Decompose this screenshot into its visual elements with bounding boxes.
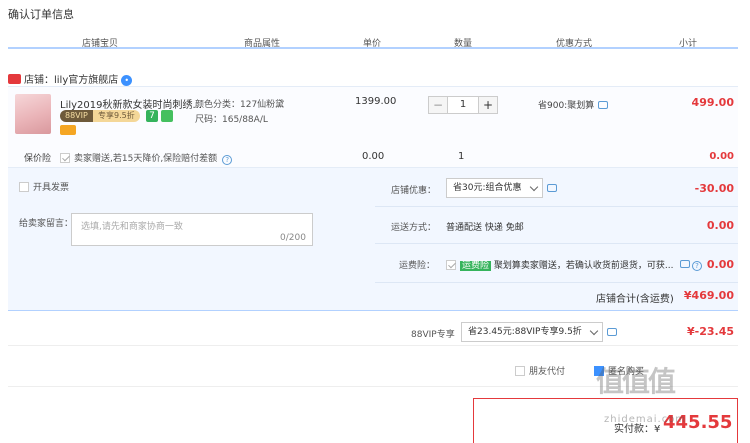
insurance-subtotal: 0.00 bbox=[709, 151, 734, 162]
tmall-icon bbox=[8, 74, 21, 84]
shop-total-label: 店铺合计(含运费) bbox=[596, 294, 674, 305]
quantity-increase-button[interactable]: + bbox=[478, 97, 497, 113]
chat-bubble-icon[interactable] bbox=[607, 328, 617, 336]
shipping-insurance-checkbox[interactable] bbox=[446, 260, 456, 270]
item-subtotal: 499.00 bbox=[691, 96, 734, 109]
shipping-insurance-label: 运费险： bbox=[399, 261, 436, 271]
shipping-insurance-tools: ? bbox=[680, 259, 702, 271]
message-char-count: 0/200 bbox=[280, 233, 306, 243]
promotion: 省900:聚划算 bbox=[538, 98, 609, 111]
insurance-checkbox[interactable] bbox=[60, 153, 70, 163]
vip-badge: 88VIP bbox=[60, 110, 93, 122]
service-guarantee-icon bbox=[161, 110, 173, 122]
vip-discount-info bbox=[607, 327, 617, 338]
shop-discount-info bbox=[547, 183, 557, 194]
shop-discount-amount: -30.00 bbox=[694, 182, 734, 195]
shop-name-link[interactable]: lily官方旗舰店 bbox=[54, 75, 118, 86]
watermark-url: zhidemai.com bbox=[604, 414, 687, 425]
promotion-text: 省900:聚划算 bbox=[538, 101, 595, 111]
shipping-insurance-desc: 聚划算卖家赠送，若确认收货前退货，可获... bbox=[493, 261, 674, 271]
help-icon[interactable]: ? bbox=[692, 261, 702, 271]
divider bbox=[375, 282, 738, 283]
shipping-label: 运送方式： bbox=[391, 223, 437, 233]
insurance-label: 保价险 bbox=[24, 154, 52, 164]
insurance-option: 卖家赠送,若15天降价,保险赔付差额? bbox=[60, 151, 233, 165]
shop-discount-select[interactable]: 省30元:组合优惠 bbox=[446, 178, 543, 198]
page-title: 确认订单信息 bbox=[8, 8, 74, 21]
product-name-link[interactable]: Lily2019秋新款女装时尚刺绣... bbox=[60, 96, 202, 111]
attr-size: 尺码：165/88A/L bbox=[195, 115, 268, 125]
message-placeholder: 选填,请先和商家协商一致 bbox=[81, 222, 183, 232]
invoice-checkbox[interactable] bbox=[19, 182, 29, 192]
vip-label: 88VIP专享 bbox=[411, 330, 455, 340]
shop-total-amount: ¥469.00 bbox=[683, 289, 734, 302]
divider bbox=[375, 206, 738, 207]
promotion-info-icon[interactable] bbox=[598, 101, 609, 109]
shipping-amount: 0.00 bbox=[706, 219, 734, 232]
help-icon[interactable]: ? bbox=[222, 155, 233, 165]
quantity-stepper: − 1 + bbox=[428, 96, 498, 114]
vip-discount-select[interactable]: 省23.45元:88VIP专享9.5折 bbox=[461, 322, 603, 342]
friend-pay-label: 朋友代付 bbox=[529, 367, 566, 377]
divider bbox=[8, 345, 738, 346]
wangwang-chat-icon[interactable]: • bbox=[121, 75, 133, 86]
unit-price: 1399.00 bbox=[355, 96, 397, 107]
header-divider bbox=[8, 47, 738, 49]
friend-pay-checkbox[interactable] bbox=[515, 366, 525, 376]
shop-discount-value: 省30元:组合优惠 bbox=[453, 183, 522, 193]
invoice-option: 开具发票 bbox=[19, 180, 69, 193]
seven-day-return-icon: 7 bbox=[146, 110, 158, 122]
vip-discount-value: 省23.45元:88VIP专享9.5折 bbox=[468, 327, 582, 337]
shipping-insurance-amount: 0.00 bbox=[706, 258, 734, 271]
shop-row: 店铺：lily官方旗舰店 • bbox=[8, 71, 133, 86]
chat-bubble-icon[interactable] bbox=[547, 184, 557, 192]
credit-card-icon bbox=[60, 125, 76, 135]
quantity-input[interactable]: 1 bbox=[448, 97, 478, 113]
divider bbox=[375, 243, 738, 244]
vip-discount-amount: ¥-23.45 bbox=[686, 325, 734, 338]
shop-label: 店铺： bbox=[24, 75, 54, 86]
chevron-down-icon bbox=[589, 326, 599, 336]
insurance-desc: 卖家赠送,若15天降价,保险赔付差额 bbox=[74, 154, 218, 164]
invoice-label: 开具发票 bbox=[33, 183, 70, 193]
insurance-price: 0.00 bbox=[362, 151, 385, 162]
chevron-down-icon bbox=[529, 182, 539, 192]
attr-color: 颜色分类：127仙粉黛 bbox=[195, 100, 285, 110]
vip-discount-badge: 专享9.5折 bbox=[93, 110, 140, 122]
chat-bubble-icon[interactable] bbox=[680, 260, 690, 268]
quantity-decrease-button[interactable]: − bbox=[429, 97, 448, 113]
shop-discount-label: 店铺优惠： bbox=[391, 186, 437, 196]
friend-pay-option: 朋友代付 bbox=[515, 364, 565, 377]
watermark-logo: 值值值 bbox=[596, 365, 676, 398]
message-label: 给卖家留言： bbox=[19, 219, 74, 229]
shipping-insurance-option: 运费险 聚划算卖家赠送，若确认收货前退货，可获... bbox=[446, 258, 673, 271]
shipping-insurance-tag: 运费险 bbox=[460, 261, 492, 271]
product-image[interactable] bbox=[15, 94, 51, 134]
shipping-method: 普通配送 快递 免邮 bbox=[446, 223, 524, 233]
insurance-qty: 1 bbox=[458, 151, 465, 162]
